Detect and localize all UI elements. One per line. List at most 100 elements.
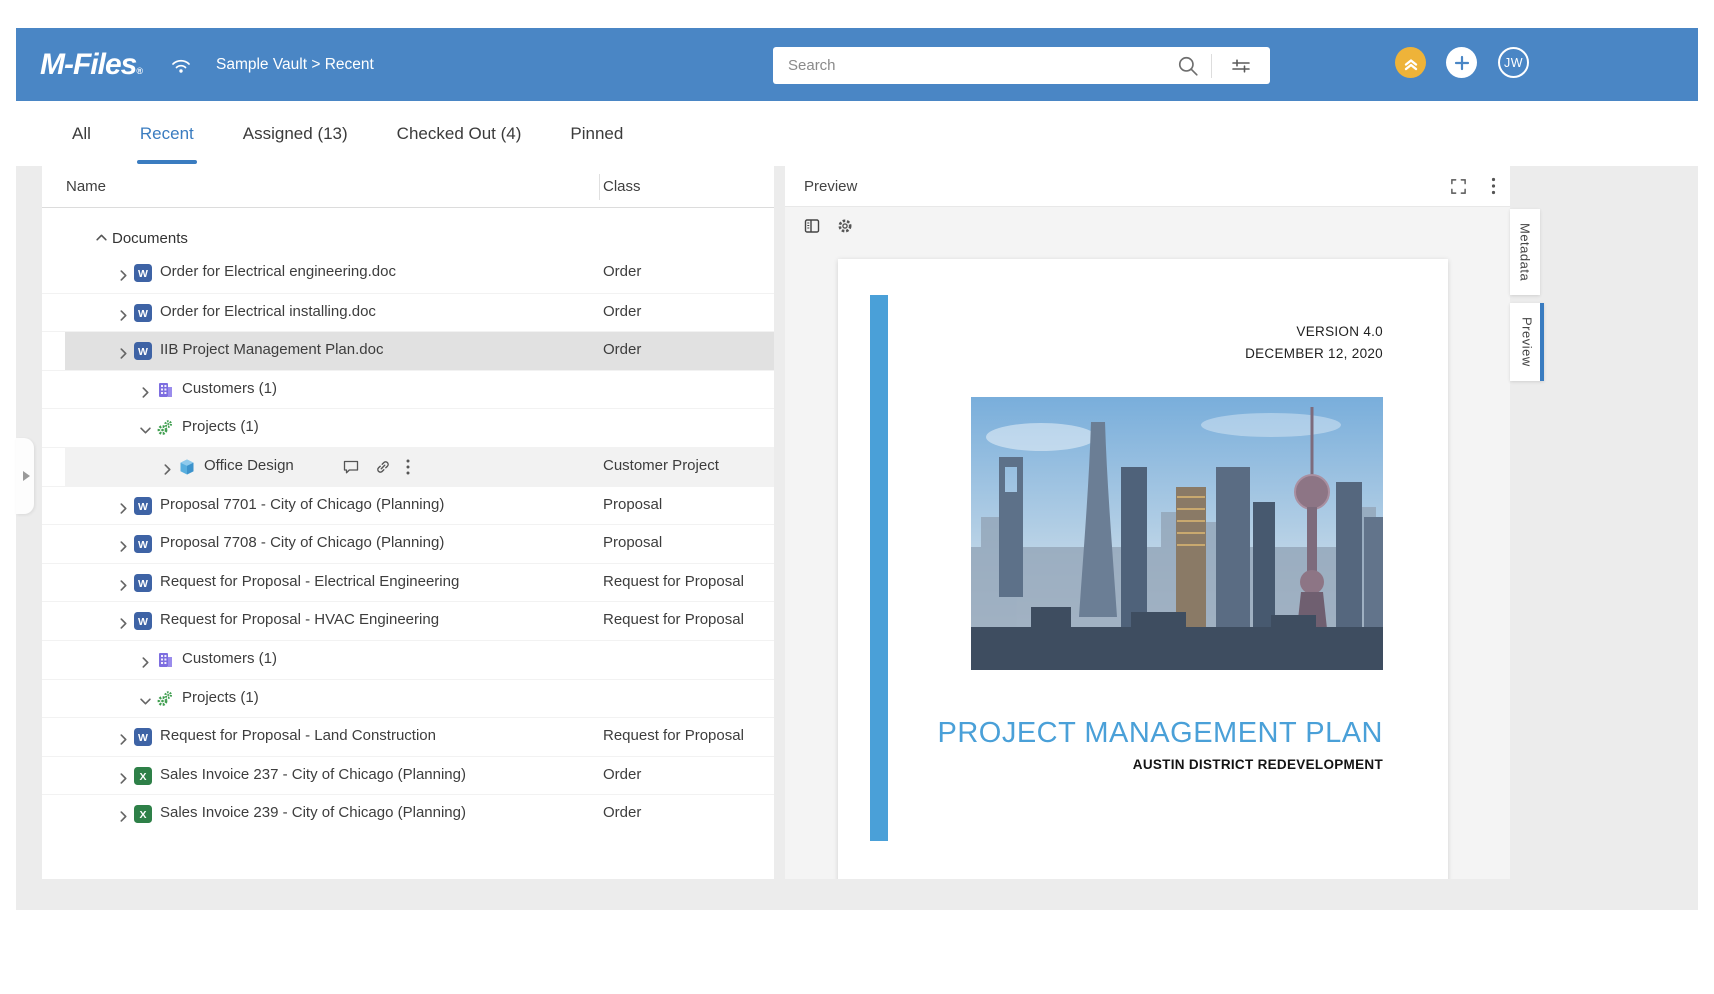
column-header-name[interactable]: Name <box>42 178 106 195</box>
word-document-icon: W <box>134 612 152 634</box>
m-files-window: M-Files® Sample Vault > Recent Search JW… <box>0 0 1714 994</box>
document-preview-page[interactable]: VERSION 4.0 DECEMBER 12, 2020 PROJECT MA… <box>838 259 1448 879</box>
view-tab-bar: All Recent Assigned (13) Checked Out (4) Pin… <box>16 101 1698 166</box>
item-class: Proposal <box>603 534 663 552</box>
list-header: Name Class <box>42 166 774 208</box>
item-class: Customer Project <box>603 456 719 474</box>
chevron-right-icon[interactable] <box>118 539 129 556</box>
list-item[interactable]: X Sales Invoice 239 - City of Chicago (Pl… <box>42 794 774 833</box>
svg-text:W: W <box>138 539 148 551</box>
list-item[interactable]: W Request for Proposal - HVAC Engineering… <box>42 601 774 640</box>
chevron-right-icon[interactable] <box>140 655 151 672</box>
expand-fullscreen-icon[interactable] <box>1450 178 1467 195</box>
item-name: Customers (1) <box>182 649 278 667</box>
list-item[interactable]: W IIB Project Management Plan.doc Order <box>42 331 774 370</box>
search-icon[interactable] <box>1165 47 1211 84</box>
list-item[interactable]: W Order for Electrical installing.doc Orde… <box>42 292 774 332</box>
list-item[interactable]: W Request for Proposal - Electrical Engin… <box>42 562 774 602</box>
column-divider[interactable] <box>599 174 600 200</box>
list-item[interactable]: Customers (1) <box>42 369 774 409</box>
chevron-right-icon[interactable] <box>118 732 129 749</box>
item-name: Sales Invoice 237 - City of Chicago (Pla… <box>160 765 466 783</box>
search-input[interactable] <box>773 57 1165 74</box>
chevron-down-icon[interactable] <box>140 694 151 711</box>
preview-settings-gear-icon[interactable] <box>836 217 854 235</box>
more-options-icon[interactable] <box>1491 177 1496 195</box>
item-name: Order for Electrical installing.doc <box>160 302 376 320</box>
add-comment-icon[interactable] <box>342 458 360 476</box>
preview-panel-title: Preview <box>804 177 858 195</box>
item-class: Request for Proposal <box>603 611 744 629</box>
chevron-right-icon[interactable] <box>118 501 129 518</box>
notifications-button[interactable] <box>1395 47 1426 78</box>
m-files-logo: M-Files® <box>40 47 143 81</box>
list-item[interactable]: W Proposal 7701 - City of Chicago (Planni… <box>42 485 774 525</box>
word-document-icon: W <box>134 535 152 557</box>
row-more-options-icon[interactable] <box>406 459 410 475</box>
projects-icon <box>156 690 174 712</box>
list-item[interactable]: Projects (1) <box>42 678 774 718</box>
city-skyline-image <box>971 397 1383 670</box>
item-name: Proposal 7701 - City of Chicago (Plannin… <box>160 495 445 513</box>
tab-checked-out-4[interactable]: Checked Out (4) <box>397 101 522 166</box>
chevron-right-icon[interactable] <box>118 578 129 595</box>
search-filters-icon[interactable] <box>1212 47 1270 84</box>
preview-panel: Preview VERSION 4.0 DECEMBER 12, 2020 PR… <box>785 166 1510 879</box>
expand-left-panel-handle[interactable] <box>16 438 34 514</box>
item-name: Sales Invoice 239 - City of Chicago (Pla… <box>160 804 466 822</box>
list-item[interactable]: W Request for Proposal - Land Constructio… <box>42 717 774 756</box>
list-item[interactable]: W Proposal 7708 - City of Chicago (Planni… <box>42 524 774 563</box>
column-header-class[interactable]: Class <box>603 178 641 195</box>
chevron-right-icon[interactable] <box>118 771 129 788</box>
item-name: IIB Project Management Plan.doc <box>160 341 384 359</box>
item-class: Order <box>603 804 642 822</box>
chevron-right-icon[interactable] <box>118 346 129 363</box>
chevron-right-icon[interactable] <box>118 308 129 325</box>
svg-text:W: W <box>138 501 148 513</box>
preview-header: Preview <box>785 166 1510 207</box>
search-bar <box>773 47 1270 84</box>
registered-mark: ® <box>136 65 143 76</box>
word-document-icon: W <box>134 303 152 326</box>
group-label: Documents <box>112 229 188 247</box>
list-item[interactable]: W Order for Electrical engineering.doc Ord… <box>42 254 774 293</box>
chevron-up-icon[interactable] <box>95 231 108 248</box>
chevron-right-icon[interactable] <box>162 462 173 479</box>
tab-all[interactable]: All <box>72 101 91 166</box>
excel-document-icon: X <box>134 805 152 827</box>
tab-recent[interactable]: Recent <box>136 101 197 166</box>
side-tab-metadata[interactable]: Metadata <box>1510 209 1540 296</box>
document-subtitle: AUSTIN DISTRICT REDEVELOPMENT <box>1132 757 1383 772</box>
chevron-down-icon[interactable] <box>140 423 151 440</box>
side-tab-preview[interactable]: Preview <box>1510 303 1544 381</box>
connection-status-icon <box>170 56 192 74</box>
chevron-right-icon[interactable] <box>118 809 129 826</box>
item-class: Order <box>603 341 642 359</box>
item-name: Request for Proposal - Electrical Engine… <box>160 572 460 590</box>
svg-text:W: W <box>138 616 148 628</box>
list-item[interactable]: X Sales Invoice 237 - City of Chicago (Pl… <box>42 755 774 795</box>
item-class: Proposal <box>603 495 663 513</box>
chevron-right-icon[interactable] <box>140 385 151 402</box>
group-header-documents[interactable]: Documents <box>42 222 774 254</box>
content-area: Name Class Documents W Order for Electric… <box>16 166 1698 910</box>
preview-body: VERSION 4.0 DECEMBER 12, 2020 PROJECT MA… <box>785 207 1510 879</box>
word-document-icon: W <box>134 264 152 286</box>
chevron-right-icon[interactable] <box>118 616 129 633</box>
side-tab-label: Metadata <box>1517 223 1533 282</box>
svg-text:W: W <box>138 268 148 280</box>
reading-view-icon[interactable] <box>803 217 821 235</box>
project-object-icon <box>178 458 196 480</box>
item-name: Projects (1) <box>182 418 259 436</box>
list-item[interactable]: Projects (1) <box>42 408 774 447</box>
breadcrumb[interactable]: Sample Vault > Recent <box>216 56 374 74</box>
user-avatar[interactable]: JW <box>1498 47 1529 78</box>
copy-link-icon[interactable] <box>374 458 392 476</box>
item-name: Office Design <box>204 456 294 474</box>
list-item[interactable]: Customers (1) <box>42 639 774 679</box>
create-new-button[interactable] <box>1446 47 1477 78</box>
tab-pinned[interactable]: Pinned <box>570 101 623 166</box>
chevron-right-icon[interactable] <box>118 268 129 285</box>
tab-assigned-13[interactable]: Assigned (13) <box>243 101 348 166</box>
list-item[interactable]: Office Design Customer Project <box>42 446 774 486</box>
